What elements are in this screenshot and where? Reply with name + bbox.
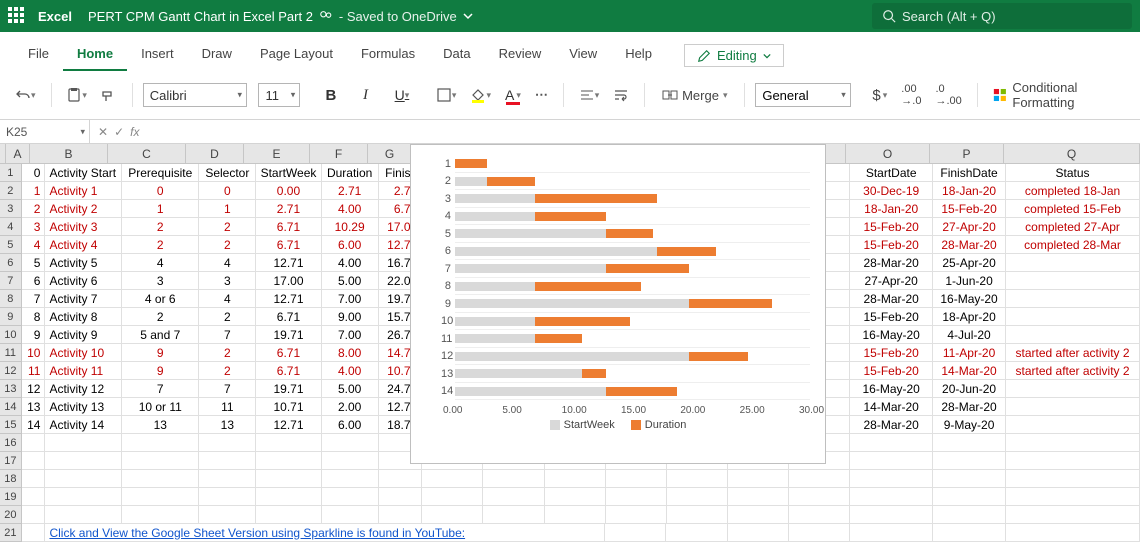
col-header-A[interactable]: A: [6, 144, 30, 164]
share-icon: [319, 9, 333, 23]
title-bar: Excel PERT CPM Gantt Chart in Excel Part…: [0, 0, 1140, 32]
row-header[interactable]: 7: [0, 272, 22, 290]
col-header-C[interactable]: C: [108, 144, 186, 164]
paste-button[interactable]: ▾: [61, 83, 92, 107]
search-placeholder: Search (Alt + Q): [902, 9, 996, 24]
font-name-selector[interactable]: Calibri▾: [143, 83, 247, 107]
row-header[interactable]: 19: [0, 488, 22, 506]
number-format-selector[interactable]: General▾: [755, 83, 850, 107]
tab-data[interactable]: Data: [429, 40, 484, 71]
row-header[interactable]: 20: [0, 506, 22, 524]
editing-label: Editing: [717, 48, 757, 63]
chart-legend: StartWeek Duration: [411, 419, 825, 437]
tab-draw[interactable]: Draw: [188, 40, 246, 71]
more-font-button[interactable]: ⋯: [530, 83, 553, 107]
wrap-text-button[interactable]: [608, 83, 634, 107]
row-header[interactable]: 17: [0, 452, 22, 470]
undo-button[interactable]: ▾: [10, 83, 41, 107]
row-header[interactable]: 3: [0, 200, 22, 218]
gantt-chart[interactable]: 1234567891011121314 0.005.0010.0015.0020…: [410, 144, 826, 464]
fill-color-button[interactable]: ▾: [465, 83, 496, 107]
italic-button[interactable]: I: [358, 83, 373, 107]
row-header[interactable]: 11: [0, 344, 22, 362]
col-header-D[interactable]: D: [186, 144, 244, 164]
col-header-E[interactable]: E: [244, 144, 310, 164]
save-status: - Saved to OneDrive: [339, 9, 457, 24]
tab-review[interactable]: Review: [485, 40, 556, 71]
tab-page-layout[interactable]: Page Layout: [246, 40, 347, 71]
row-header[interactable]: 13: [0, 380, 22, 398]
tab-view[interactable]: View: [555, 40, 611, 71]
row-header[interactable]: 2: [0, 182, 22, 200]
decrease-decimal-button[interactable]: .00→.0: [896, 80, 926, 110]
fx-icon[interactable]: fx: [130, 125, 139, 139]
tab-help[interactable]: Help: [611, 40, 666, 71]
ribbon: ▾ ▾ Calibri▾ 11▾ B I U▾ ▾ ▾ A▾ ⋯ ▾ Merge…: [0, 71, 1140, 120]
col-header-G[interactable]: G: [368, 144, 412, 164]
col-header-F[interactable]: F: [310, 144, 368, 164]
tab-insert[interactable]: Insert: [127, 40, 188, 71]
currency-button[interactable]: $▾: [867, 83, 892, 107]
col-header-Q[interactable]: Q: [1004, 144, 1140, 164]
row-header[interactable]: 15: [0, 416, 22, 434]
font-color-button[interactable]: A▾: [500, 83, 526, 107]
app-name: Excel: [38, 9, 72, 24]
col-header-O[interactable]: O: [846, 144, 930, 164]
merge-button[interactable]: Merge ▾: [655, 83, 734, 107]
search-icon: [882, 9, 896, 23]
app-launcher-icon[interactable]: [8, 7, 26, 25]
format-painter-button[interactable]: [96, 83, 122, 107]
font-size-selector[interactable]: 11▾: [258, 83, 300, 107]
formula-bar: K25▾ ✕ ✓ fx: [0, 120, 1140, 144]
row-header[interactable]: 16: [0, 434, 22, 452]
spreadsheet-grid[interactable]: ABCDEFGHIJKLMNOPQ 1 0 Activity Start Pre…: [0, 144, 1140, 542]
align-button[interactable]: ▾: [574, 83, 605, 107]
conditional-formatting-button[interactable]: Conditional Formatting: [988, 77, 1130, 113]
row-header[interactable]: 10: [0, 326, 22, 344]
editing-mode-button[interactable]: Editing: [684, 44, 784, 67]
row-header[interactable]: 1: [0, 164, 22, 182]
search-box[interactable]: Search (Alt + Q): [872, 3, 1132, 29]
chevron-down-icon: [763, 52, 771, 60]
pencil-icon: [697, 49, 711, 63]
tab-file[interactable]: File: [14, 40, 63, 71]
underline-button[interactable]: U▾: [390, 83, 415, 107]
row-header[interactable]: 6: [0, 254, 22, 272]
confirm-icon[interactable]: ✓: [114, 125, 124, 139]
doc-name: PERT CPM Gantt Chart in Excel Part 2: [88, 9, 313, 24]
row-header[interactable]: 9: [0, 308, 22, 326]
row-header[interactable]: 12: [0, 362, 22, 380]
table-row: 19: [0, 488, 1140, 506]
row-header[interactable]: 4: [0, 218, 22, 236]
tab-home[interactable]: Home: [63, 40, 127, 71]
name-box[interactable]: K25▾: [0, 120, 90, 143]
ribbon-tabs: FileHomeInsertDrawPage LayoutFormulasDat…: [0, 32, 1140, 71]
increase-decimal-button[interactable]: .0→.00: [930, 80, 966, 110]
cancel-icon[interactable]: ✕: [98, 125, 108, 139]
table-row: 18: [0, 470, 1140, 488]
bold-button[interactable]: B: [320, 83, 341, 107]
table-row: 20: [0, 506, 1140, 524]
tab-formulas[interactable]: Formulas: [347, 40, 429, 71]
chevron-down-icon: [463, 11, 473, 21]
col-header-B[interactable]: B: [30, 144, 108, 164]
doc-title[interactable]: PERT CPM Gantt Chart in Excel Part 2 - S…: [88, 9, 473, 24]
row-header[interactable]: 5: [0, 236, 22, 254]
row-header[interactable]: 14: [0, 398, 22, 416]
table-row: 21 Click and View the Google Sheet Versio…: [0, 524, 1140, 542]
row-header[interactable]: 18: [0, 470, 22, 488]
col-header-P[interactable]: P: [930, 144, 1004, 164]
border-button[interactable]: ▾: [431, 83, 462, 107]
row-header[interactable]: 21: [0, 524, 22, 542]
google-sheet-link[interactable]: Click and View the Google Sheet Version …: [45, 524, 605, 542]
row-header[interactable]: 8: [0, 290, 22, 308]
